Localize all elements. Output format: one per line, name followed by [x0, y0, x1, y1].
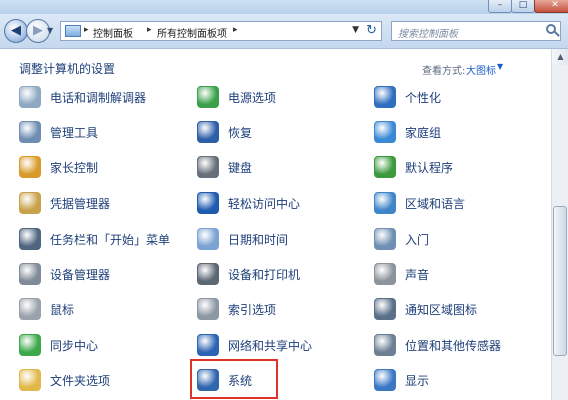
parental-controls-icon — [19, 156, 41, 178]
vertical-scrollbar[interactable]: ▲ — [551, 49, 568, 400]
breadcrumb-all-items[interactable]: 所有控制面板项 — [157, 25, 227, 40]
scroll-thumb[interactable] — [553, 206, 567, 356]
network-sharing-icon — [197, 334, 219, 356]
date-time-icon — [197, 228, 219, 250]
search-input[interactable]: 搜索控制面板 — [398, 25, 458, 40]
folder-options-icon — [19, 369, 41, 391]
address-bar[interactable]: ▸ 控制面板 ▸ 所有控制面板项 ▸ ▼ ↻ — [60, 21, 382, 41]
view-by-label: 查看方式: — [422, 66, 466, 77]
keyboard-icon — [197, 156, 219, 178]
refresh-icon[interactable]: ↻ — [366, 23, 377, 38]
scroll-up-icon[interactable]: ▲ — [552, 49, 568, 65]
history-dropdown-icon[interactable]: ▼ — [47, 26, 57, 36]
address-dropdown-icon[interactable]: ▼ — [352, 25, 359, 35]
taskbar-icon — [19, 228, 41, 250]
breadcrumb-separator-icon[interactable]: ▸ — [147, 25, 152, 35]
power-options-icon — [197, 86, 219, 108]
credential-manager-icon — [19, 192, 41, 214]
minimize-button[interactable]: – — [488, 0, 512, 13]
getting-started-icon — [374, 228, 396, 250]
control-panel-items: 电话和调制解调器 电源选项 个性化 管理工具 恢复 家庭组 家长控制 键盘 默认… — [0, 85, 551, 400]
homegroup-icon — [374, 121, 396, 143]
notification-icons-icon — [374, 298, 396, 320]
sound-icon — [374, 263, 396, 285]
device-manager-icon — [19, 263, 41, 285]
window-title-bar: – □ ✕ — [0, 0, 568, 14]
back-button[interactable]: ◀ — [4, 19, 28, 43]
control-panel-icon — [65, 25, 81, 37]
indexing-options-icon — [197, 298, 219, 320]
admin-tools-icon — [19, 121, 41, 143]
search-box[interactable]: 搜索控制面板 — [391, 21, 561, 41]
close-button[interactable]: ✕ — [534, 0, 568, 13]
region-language-icon — [374, 192, 396, 214]
recovery-icon — [197, 121, 219, 143]
ease-of-access-icon — [197, 192, 219, 214]
breadcrumb-separator-icon[interactable]: ▸ — [233, 25, 238, 35]
location-sensors-icon — [374, 334, 396, 356]
default-programs-icon — [374, 156, 396, 178]
breadcrumb-control-panel[interactable]: 控制面板 — [93, 25, 133, 40]
navigation-bar: ◀ ▶ ▼ ▸ 控制面板 ▸ 所有控制面板项 ▸ ▼ ↻ 搜索控制面板 — [0, 14, 568, 49]
breadcrumb-separator-icon[interactable]: ▸ — [84, 25, 89, 35]
sync-center-icon — [19, 334, 41, 356]
page-title: 调整计算机的设置 — [19, 62, 116, 76]
search-icon[interactable] — [546, 24, 556, 34]
mouse-icon — [19, 298, 41, 320]
phone-modem-icon — [19, 86, 41, 108]
system-highlight-box — [190, 359, 278, 399]
view-by-dropdown[interactable]: 大图标 — [466, 62, 496, 77]
maximize-button[interactable]: □ — [511, 0, 535, 13]
display-icon — [374, 369, 396, 391]
content-header: 调整计算机的设置 查看方式: 大图标 ▼ — [0, 49, 551, 85]
devices-printers-icon — [197, 263, 219, 285]
chevron-down-icon[interactable]: ▼ — [497, 62, 503, 71]
personalization-icon — [374, 86, 396, 108]
